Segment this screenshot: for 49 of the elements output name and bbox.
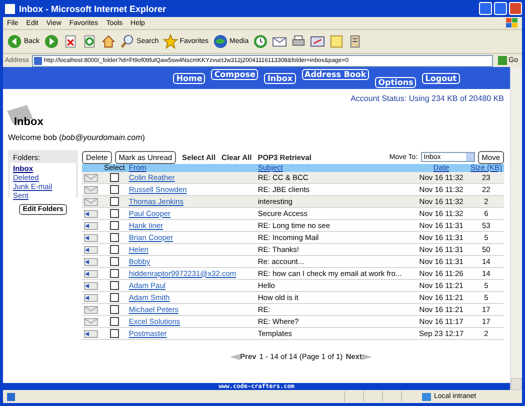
- nav-tab[interactable]: Inbox: [264, 72, 296, 84]
- star-icon: [162, 34, 178, 49]
- stop-button[interactable]: [62, 34, 78, 49]
- select-checkbox[interactable]: [110, 245, 119, 254]
- toolbar-icon: [252, 34, 268, 49]
- edit-button[interactable]: [310, 34, 325, 49]
- close-button[interactable]: [509, 2, 522, 15]
- select-checkbox[interactable]: [110, 281, 119, 290]
- home-button[interactable]: [100, 34, 116, 49]
- select-checkbox[interactable]: [110, 257, 119, 266]
- minimize-button[interactable]: [479, 2, 492, 15]
- nav-tab[interactable]: Address Book: [302, 68, 370, 80]
- globe-icon: [212, 34, 228, 49]
- browser-icon: [5, 4, 15, 14]
- select-checkbox[interactable]: [110, 185, 119, 194]
- toolbar-icon: [328, 34, 344, 49]
- right-arrow-icon: [362, 354, 372, 360]
- select-checkbox[interactable]: [110, 173, 119, 182]
- select-checkbox[interactable]: [110, 209, 119, 218]
- toolbar-icon: [44, 34, 59, 49]
- toolbar-icon: [82, 34, 97, 49]
- nav-tab[interactable]: Compose: [211, 68, 258, 80]
- select-checkbox[interactable]: [110, 317, 119, 326]
- select-checkbox[interactable]: [110, 233, 119, 242]
- account-status: Account Status: Using 234 KB of 20480 KB: [350, 93, 505, 103]
- nav-tab[interactable]: Home: [173, 72, 206, 84]
- toolbar-icon: [310, 34, 325, 49]
- window-title: Inbox - Microsoft Internet Explorer: [19, 4, 168, 14]
- scrollbar[interactable]: [510, 67, 522, 390]
- select-checkbox[interactable]: [110, 221, 119, 230]
- welcome-text: Welcome bob (bob@yourdomain.com): [7, 132, 146, 144]
- left-arrow-icon: [230, 354, 240, 360]
- forward-button[interactable]: [44, 34, 59, 49]
- toolbar-icon: [62, 34, 78, 49]
- select-checkbox[interactable]: [110, 269, 119, 278]
- history-button[interactable]: [252, 34, 268, 49]
- search-icon: [120, 34, 135, 49]
- select-checkbox[interactable]: [110, 197, 119, 206]
- select-checkbox[interactable]: [110, 305, 119, 314]
- page-icon: [7, 392, 15, 400]
- windows-logo-icon: [506, 18, 518, 28]
- nav-tab[interactable]: Logout: [422, 72, 460, 84]
- toolbar-icon: [100, 34, 116, 49]
- select-checkbox[interactable]: [110, 329, 119, 338]
- select-checkbox[interactable]: [110, 293, 119, 302]
- nav-tab[interactable]: Options: [375, 76, 416, 88]
- refresh-button[interactable]: [82, 34, 97, 49]
- page-heading: Inbox: [13, 116, 44, 128]
- maximize-button[interactable]: [494, 2, 507, 15]
